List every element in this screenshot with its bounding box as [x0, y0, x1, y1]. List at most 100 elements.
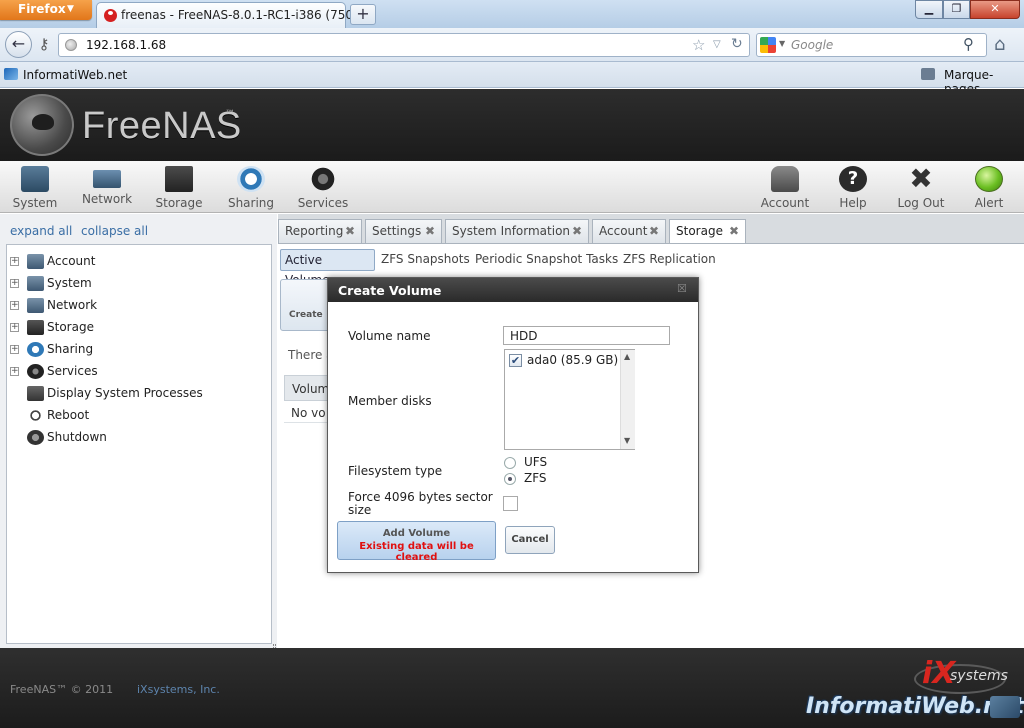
cancel-button[interactable]: Cancel	[505, 526, 555, 554]
close-tab-icon[interactable]: ✖	[729, 220, 739, 242]
expand-plus-icon[interactable]: +	[10, 345, 19, 354]
search-engine-dropdown-icon[interactable]: ▼	[779, 39, 785, 48]
expand-plus-icon[interactable]: +	[10, 301, 19, 310]
bookmark-informatiweb[interactable]: InformatiWeb.net	[23, 68, 127, 82]
toolbar-account-button[interactable]: Account	[750, 164, 820, 212]
close-tab-icon[interactable]: ✖	[345, 220, 355, 242]
toolbar-label: Log Out	[897, 196, 945, 210]
network-icon	[27, 298, 44, 313]
tree-item-reboot[interactable]: Reboot	[7, 405, 271, 427]
processes-icon	[27, 386, 44, 401]
disk-list-scrollbar[interactable]: ▲ ▼	[620, 350, 635, 449]
shutdown-icon	[27, 430, 44, 445]
tree-item-account[interactable]: + Account	[7, 251, 271, 273]
zfs-radio[interactable]	[504, 473, 516, 485]
footer-company-link[interactable]: iXsystems, Inc.	[137, 683, 220, 696]
system-icon	[27, 276, 44, 291]
tree-item-label: Services	[47, 364, 98, 378]
expand-plus-icon[interactable]: +	[10, 367, 19, 376]
tree-item-label: Storage	[47, 320, 94, 334]
back-button[interactable]: ←	[5, 31, 32, 58]
navigation-panel: expand all collapse all + Account + Syst…	[0, 214, 277, 662]
toolbar-logout-button[interactable]: ✖ Log Out	[886, 164, 956, 212]
subtab-active-volumes[interactable]: Active Volumes	[280, 249, 375, 287]
tab-account[interactable]: Account ✖	[592, 219, 666, 243]
toolbar-storage-button[interactable]: Storage	[144, 164, 214, 212]
close-tab-icon[interactable]: ✖	[649, 220, 659, 242]
tab-label: Account	[599, 224, 648, 238]
tree-item-display-processes[interactable]: Display System Processes	[7, 383, 271, 405]
toolbar-network-button[interactable]: Network	[72, 164, 142, 212]
navigation-tree: + Account + System + Network + Storage +…	[6, 244, 272, 644]
new-tab-button[interactable]: +	[350, 4, 376, 25]
url-text[interactable]: 192.168.1.68	[86, 38, 166, 52]
force-4096-checkbox[interactable]	[503, 496, 518, 511]
tree-item-services[interactable]: + Services	[7, 361, 271, 383]
tab-reporting[interactable]: Reporting ✖	[278, 219, 362, 243]
tab-storage[interactable]: Storage ✖	[669, 219, 746, 243]
informatiweb-watermark-icon	[990, 696, 1020, 718]
disk-checkbox[interactable]: ✔	[509, 354, 522, 367]
freenas-header: FreeNAS ™	[0, 89, 1024, 161]
expand-plus-icon[interactable]: +	[10, 279, 19, 288]
toolbar-alert-button[interactable]: Alert	[954, 164, 1024, 212]
member-disks-label: Member disks	[348, 394, 432, 408]
collapse-all-link[interactable]: collapse all	[81, 224, 148, 238]
history-dropdown-icon[interactable]: ▽	[713, 39, 721, 50]
tree-item-label: Sharing	[47, 342, 94, 356]
close-tab-icon[interactable]: ✖	[572, 220, 582, 242]
search-bar[interactable]: ▼ Google ⚲	[756, 33, 987, 57]
search-icon[interactable]: ⚲	[963, 35, 974, 53]
add-volume-button[interactable]: Add Volume Existing data will be cleared	[337, 521, 496, 563]
ufs-radio[interactable]	[504, 457, 516, 469]
tree-item-label: Account	[47, 254, 96, 268]
key-icon[interactable]: ⚷	[34, 35, 54, 55]
toolbar-help-button[interactable]: ? Help	[818, 164, 888, 212]
url-bar[interactable]: 192.168.1.68 ☆ ▽ ↻	[58, 33, 750, 57]
minimize-button[interactable]: ▁	[915, 0, 943, 19]
reboot-icon	[27, 408, 44, 423]
expand-all-link[interactable]: expand all	[10, 224, 72, 238]
subtab-zfs-replication[interactable]: ZFS Replication	[623, 249, 716, 271]
toolbar-system-button[interactable]: System	[0, 164, 70, 212]
volume-name-input[interactable]	[503, 326, 670, 345]
tab-system-information[interactable]: System Information ✖	[445, 219, 589, 243]
close-tab-icon[interactable]: ✖	[425, 220, 435, 242]
search-input[interactable]: Google	[791, 38, 833, 52]
tree-item-system[interactable]: + System	[7, 273, 271, 295]
toolbar-label: Network	[81, 192, 133, 206]
home-icon[interactable]: ⌂	[994, 34, 1005, 55]
storage-icon	[27, 320, 44, 335]
bookmark-star-icon[interactable]: ☆	[692, 36, 705, 54]
maximize-button[interactable]: ❐	[943, 0, 970, 19]
member-disks-list[interactable]: ✔ ada0 (85.9 GB) ▲ ▼	[504, 349, 635, 450]
expand-plus-icon[interactable]: +	[10, 323, 19, 332]
subtab-periodic-snapshot-tasks[interactable]: Periodic Snapshot Tasks	[475, 249, 618, 271]
toolbar-services-button[interactable]: Services	[288, 164, 358, 212]
reload-icon[interactable]: ↻	[731, 36, 743, 52]
toolbar-sharing-button[interactable]: Sharing	[216, 164, 286, 212]
close-window-button[interactable]: ✕	[970, 0, 1020, 19]
tree-item-label: Reboot	[47, 408, 90, 422]
toolbar-label: Alert	[974, 196, 1004, 210]
tab-title: freenas - FreeNAS-8.0.1-RC1-i386 (7508)	[121, 8, 366, 22]
scroll-down-icon[interactable]: ▼	[624, 436, 630, 445]
freenas-logo-icon	[10, 94, 74, 156]
google-icon[interactable]	[760, 37, 776, 53]
ixsystems-logo-text: systems	[950, 668, 1008, 684]
browser-tab[interactable]: freenas - FreeNAS-8.0.1-RC1-i386 (7508)	[96, 2, 365, 28]
sharing-icon	[27, 342, 44, 357]
tree-item-network[interactable]: + Network	[7, 295, 271, 317]
firefox-menu-button[interactable]: Firefox ▼	[0, 0, 92, 20]
ixsystems-logo: iX systems	[914, 656, 1010, 698]
tree-item-shutdown[interactable]: Shutdown	[7, 427, 271, 449]
tab-settings[interactable]: Settings ✖	[365, 219, 442, 243]
tree-item-sharing[interactable]: + Sharing	[7, 339, 271, 361]
tree-item-storage[interactable]: + Storage	[7, 317, 271, 339]
expand-plus-icon[interactable]: +	[10, 257, 19, 266]
dialog-close-icon[interactable]: ☒	[677, 282, 687, 295]
scroll-up-icon[interactable]: ▲	[624, 352, 630, 361]
footer: FreeNAS™ © 2011 iXsystems, Inc. iX syste…	[0, 648, 1024, 728]
subtab-zfs-snapshots[interactable]: ZFS Snapshots	[381, 249, 470, 271]
dialog-titlebar[interactable]: Create Volume ☒	[328, 278, 698, 302]
